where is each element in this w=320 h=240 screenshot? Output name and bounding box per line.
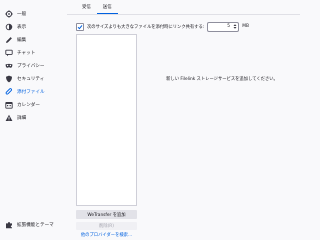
- sidebar: 一般 表示 編集 チャット プライバシー セキュリティ 添付ファイル カレンダー…: [0, 0, 67, 240]
- add-provider-label: WeTransfer を追加: [87, 212, 126, 218]
- attachments-tabs: 受信 送信: [76, 3, 118, 14]
- sidebar-item-addons-themes[interactable]: 拡張機能とテーマ: [0, 219, 67, 231]
- calendar-icon: [5, 101, 13, 109]
- tab-incoming[interactable]: 受信: [76, 3, 97, 14]
- stepper-arrows-icon[interactable]: [233, 23, 237, 31]
- remove-provider-button[interactable]: 削除(R): [76, 222, 137, 230]
- sidebar-footer-label: 拡張機能とテーマ: [17, 223, 54, 228]
- tab-divider: [67, 14, 300, 15]
- pencil-icon: [5, 36, 13, 44]
- find-more-providers-link[interactable]: 他のプロバイダーを検索...: [76, 232, 137, 238]
- offer-share-label: 次のサイズよりも大きなファイルを添付時にリンク共有する:: [87, 24, 205, 30]
- warning-icon: [5, 114, 13, 122]
- sidebar-item-security[interactable]: セキュリティ: [0, 72, 67, 86]
- shield-icon: [5, 75, 13, 83]
- size-threshold-value: 5: [227, 24, 230, 29]
- paperclip-icon: [5, 88, 13, 96]
- attachments-pane: 受信 送信 次のサイズよりも大きなファイルを添付時にリンク共有する: 5 MB …: [67, 0, 300, 240]
- chat-icon: [5, 49, 13, 57]
- sidebar-item-label: プライバシー: [17, 64, 45, 69]
- size-threshold-stepper[interactable]: 5: [207, 21, 240, 32]
- sidebar-item-label: チャット: [17, 51, 36, 56]
- sidebar-item-display[interactable]: 表示: [0, 20, 67, 34]
- sidebar-item-chat[interactable]: チャット: [0, 46, 67, 60]
- provider-list[interactable]: [76, 34, 137, 206]
- sidebar-item-label: 詳細: [17, 116, 27, 121]
- gear-icon: [5, 10, 13, 18]
- sidebar-item-label: 添付ファイル: [17, 90, 45, 95]
- sidebar-item-general[interactable]: 一般: [0, 7, 67, 21]
- sidebar-item-attachments[interactable]: 添付ファイル: [0, 85, 67, 99]
- sidebar-item-advanced[interactable]: 詳細: [0, 111, 67, 125]
- sidebar-item-label: 表示: [17, 25, 27, 30]
- mask-icon: [5, 62, 13, 70]
- sidebar-item-privacy[interactable]: プライバシー: [0, 59, 67, 73]
- sidebar-item-compose[interactable]: 編集: [0, 33, 67, 47]
- filelink-threshold-row: 次のサイズよりも大きなファイルを添付時にリンク共有する: 5 MB: [76, 21, 249, 32]
- sidebar-item-label: セキュリティ: [17, 77, 45, 82]
- sidebar-item-label: カレンダー: [17, 103, 40, 108]
- display-icon: [5, 23, 13, 31]
- checkmark-icon: [77, 24, 83, 29]
- offer-share-checkbox[interactable]: [76, 22, 84, 31]
- add-provider-button[interactable]: WeTransfer を追加: [76, 210, 137, 219]
- puzzle-icon: [5, 221, 13, 229]
- sidebar-item-label: 編集: [17, 38, 27, 43]
- sidebar-item-label: 一般: [17, 12, 27, 17]
- remove-provider-label: 削除(R): [99, 224, 114, 229]
- size-unit-label: MB: [242, 24, 249, 29]
- find-more-providers-label: 他のプロバイダーを検索...: [80, 233, 133, 238]
- sidebar-item-calendar[interactable]: カレンダー: [0, 98, 67, 112]
- tab-outgoing[interactable]: 送信: [96, 3, 118, 14]
- provider-empty-message: 新しい Filelink ストレージサービスを追加してください。: [166, 77, 278, 82]
